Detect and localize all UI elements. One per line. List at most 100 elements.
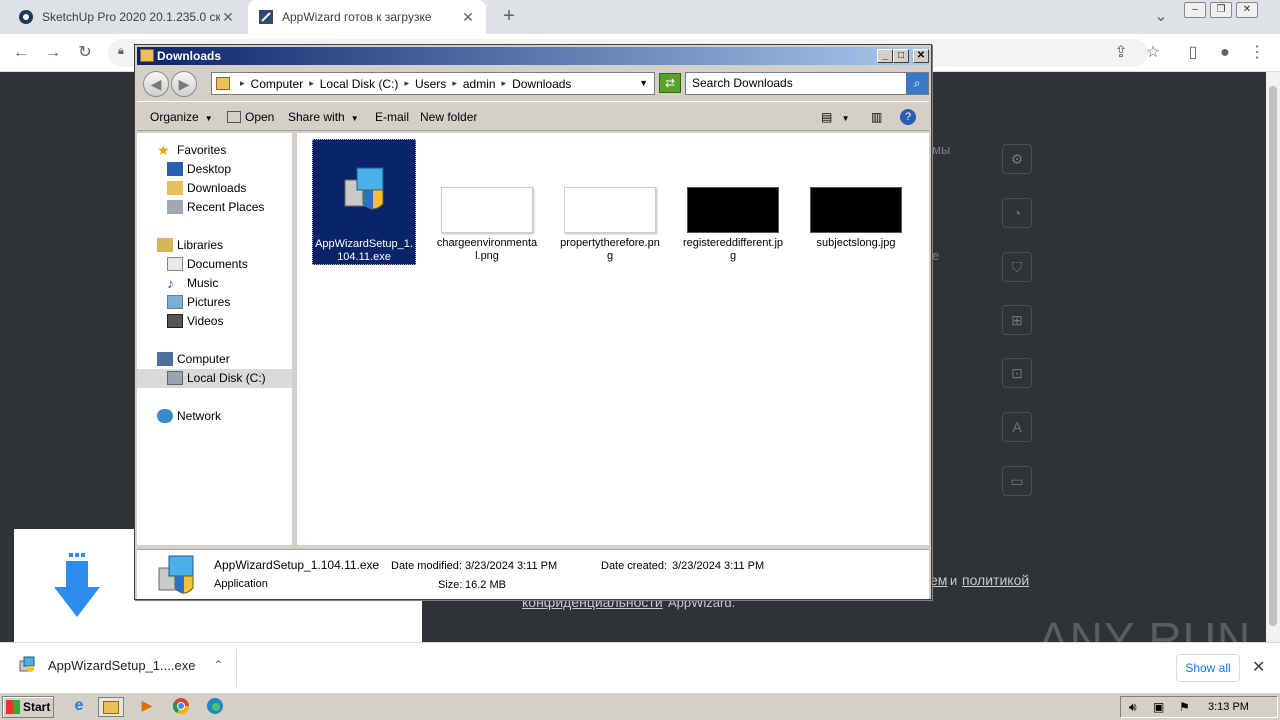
flag-icon[interactable]: ⚑ xyxy=(1179,700,1190,714)
terms-link[interactable]: ем xyxy=(930,572,947,588)
start-button[interactable]: Start xyxy=(2,696,54,718)
forward-icon[interactable]: ▶ xyxy=(171,71,197,97)
file-item[interactable]: chargeenvironmental.png xyxy=(435,187,539,263)
file-name: AppWizardSetup_1.104.11.exe xyxy=(315,238,413,263)
close-window-button[interactable]: ✕ xyxy=(1236,2,1258,18)
network-tray-icon[interactable]: ▣ xyxy=(1153,700,1164,714)
back-icon[interactable]: ◀ xyxy=(143,71,169,97)
chevron-up-icon[interactable]: ⌃ xyxy=(213,658,223,672)
forward-icon[interactable]: → xyxy=(42,42,64,64)
tab-close-icon[interactable]: ✕ xyxy=(460,9,476,26)
refresh-icon[interactable]: ⇄ xyxy=(659,73,681,93)
file-item[interactable]: subjectslong.jpg xyxy=(804,187,908,250)
folder-icon xyxy=(103,701,119,714)
file-item[interactable]: registereddifferent.jpg xyxy=(681,187,785,263)
restore-button[interactable]: ❐ xyxy=(1210,2,1232,18)
explorer-address-bar[interactable]: ▸ Computer ▸ Local Disk (C:) ▸ Users ▸ a… xyxy=(211,72,655,95)
search-input[interactable]: Search Downloads ⌕ xyxy=(685,72,929,95)
share-with-button[interactable]: Share with ▼ xyxy=(288,110,359,124)
nav-local-disk[interactable]: Local Disk (C:) xyxy=(137,369,292,388)
profile-avatar-icon[interactable]: ● xyxy=(1214,42,1236,64)
breadcrumb-computer[interactable]: Computer xyxy=(251,77,304,91)
back-icon[interactable]: ← xyxy=(10,42,32,64)
explorer-minimize-button[interactable]: _ xyxy=(877,49,893,63)
privacy-link[interactable]: политикой xyxy=(962,572,1029,588)
tab-sketchup[interactable]: SketchUp Pro 2020 20.1.235.0 скач ✕ xyxy=(8,0,246,34)
breadcrumb-users[interactable]: Users xyxy=(415,77,446,91)
reload-icon[interactable]: ↻ xyxy=(74,42,96,64)
system-tray: 🔊︎ ▣ ⚑ xyxy=(1120,696,1278,718)
image-thumbnail xyxy=(564,187,656,233)
nav-desktop[interactable]: Desktop xyxy=(167,160,231,179)
bookmark-star-icon[interactable]: ☆ xyxy=(1142,42,1164,64)
nav-favorites[interactable]: ★ Favorites xyxy=(157,141,226,160)
file-item[interactable]: propertytherefore.png xyxy=(558,187,662,263)
settings-gear-icon: ⚙ xyxy=(1002,144,1032,174)
ie-icon[interactable]: e xyxy=(66,697,92,717)
help-icon[interactable]: ? xyxy=(900,109,916,125)
folder-icon xyxy=(216,77,230,90)
nav-network[interactable]: Network xyxy=(157,407,221,426)
recent-places-icon xyxy=(167,200,183,214)
download-item[interactable]: AppWizardSetup_1....exe ⌃ xyxy=(18,656,223,674)
explorer-window: Downloads _ □ ✕ ◀ ▶ ▸ Computer ▸ Local D… xyxy=(134,44,932,600)
nav-music[interactable]: ♪ Music xyxy=(167,274,218,293)
new-tab-button[interactable]: + xyxy=(498,6,520,28)
minimize-button[interactable]: – xyxy=(1184,2,1206,18)
explorer-titlebar[interactable]: Downloads _ □ ✕ xyxy=(137,47,929,65)
show-all-button[interactable]: Show all xyxy=(1176,654,1240,682)
window-title: Downloads xyxy=(157,49,222,63)
monitor-icon: ▭ xyxy=(1002,466,1032,496)
download-arrow-icon xyxy=(54,551,100,622)
view-options-icon[interactable]: ▤ ▼ xyxy=(821,110,850,124)
created-value: 3/23/2024 3:11 PM xyxy=(672,560,765,572)
nav-recent-places[interactable]: Recent Places xyxy=(167,198,264,217)
star-icon: ★ xyxy=(157,142,170,158)
search-icon[interactable]: ⌕ xyxy=(906,73,928,94)
page-scrollbar[interactable] xyxy=(1266,72,1280,642)
tab-search-chevron-icon[interactable]: ⌄ xyxy=(1150,6,1172,28)
close-download-shelf-icon[interactable]: ✕ xyxy=(1252,657,1265,677)
image-thumbnail xyxy=(687,187,779,233)
tab-title: SketchUp Pro 2020 20.1.235.0 скач xyxy=(42,10,220,24)
size-label: Size: xyxy=(438,579,463,591)
menu-kebab-icon[interactable]: ⋮ xyxy=(1246,42,1268,64)
share-icon[interactable]: ⇪ xyxy=(1110,42,1132,64)
nav-downloads[interactable]: Downloads xyxy=(167,179,246,198)
side-panel-icon[interactable]: ▯ xyxy=(1182,42,1204,64)
music-note-icon: ♪ xyxy=(167,275,174,291)
sketchup-favicon-icon xyxy=(18,9,34,25)
installer-icon xyxy=(339,164,389,218)
breadcrumb-downloads[interactable]: Downloads xyxy=(512,77,571,91)
translate-icon: A xyxy=(1002,412,1032,442)
nav-videos[interactable]: Videos xyxy=(167,312,223,331)
edge-icon[interactable] xyxy=(202,697,228,717)
clock[interactable]: 3:13 PM xyxy=(1208,701,1249,713)
nav-computer[interactable]: Computer xyxy=(157,350,230,369)
new-folder-button[interactable]: New folder xyxy=(420,110,477,124)
media-player-icon[interactable]: ▶ xyxy=(134,697,160,717)
volume-icon[interactable]: 🔊︎ xyxy=(1129,700,1137,715)
nav-libraries[interactable]: Libraries xyxy=(157,236,223,255)
email-button[interactable]: E-mail xyxy=(375,110,409,124)
gift-icon: ⊡ xyxy=(1002,358,1032,388)
breadcrumb-local-disk[interactable]: Local Disk (C:) xyxy=(320,77,399,91)
explorer-maximize-button[interactable]: □ xyxy=(893,49,909,63)
open-button[interactable]: Open xyxy=(227,110,274,124)
preview-pane-icon[interactable]: ▥ xyxy=(871,110,882,124)
taskbar: Start e ▶ 🔊︎ ▣ ⚑ 3:13 PM xyxy=(0,692,1280,720)
nav-pictures[interactable]: Pictures xyxy=(167,293,230,312)
tab-close-icon[interactable]: ✕ xyxy=(220,9,236,26)
tab-appwizard[interactable]: AppWizard готов к загрузке ✕ xyxy=(248,0,486,34)
organize-button[interactable]: Organize ▼ xyxy=(150,110,213,124)
chevron-down-icon[interactable]: ▼ xyxy=(639,78,648,88)
file-name: chargeenvironmental.png xyxy=(436,237,538,262)
windows-icon: ⊞ xyxy=(1002,305,1032,335)
breadcrumb-admin[interactable]: admin xyxy=(463,77,496,91)
chrome-icon[interactable] xyxy=(168,697,194,717)
explorer-close-button[interactable]: ✕ xyxy=(913,49,929,63)
explorer-taskbar-icon[interactable] xyxy=(98,697,124,717)
scrollbar-thumb[interactable] xyxy=(1269,86,1277,626)
nav-documents[interactable]: Documents xyxy=(167,255,248,274)
file-item[interactable]: AppWizardSetup_1.104.11.exe xyxy=(312,139,416,265)
